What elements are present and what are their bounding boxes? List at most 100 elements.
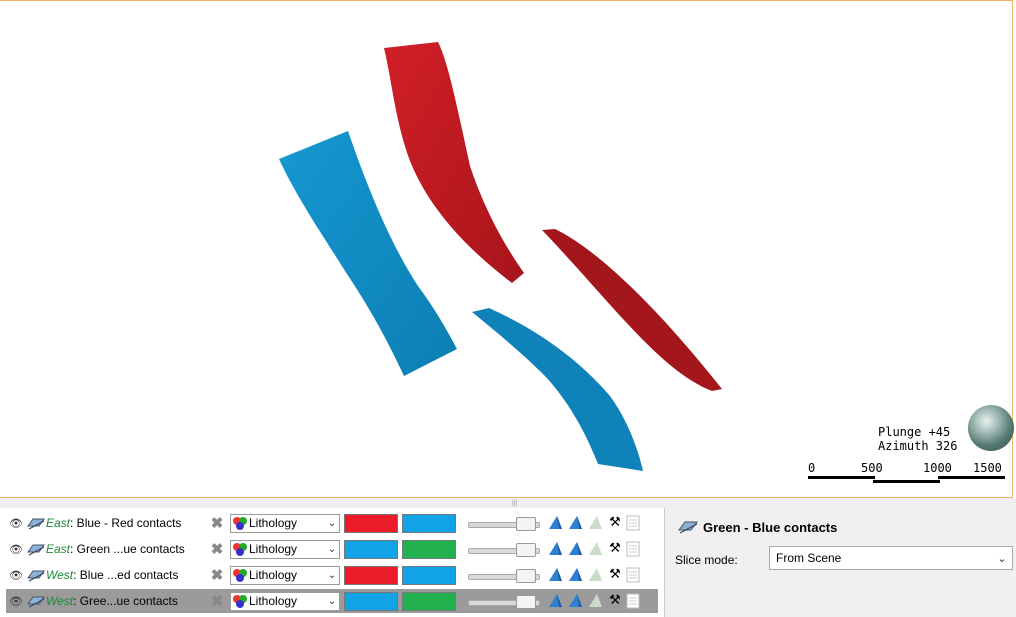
colour-mode-value: Lithology: [249, 568, 298, 582]
show-surface-icon[interactable]: [546, 566, 564, 584]
orientation-readout: Plunge +45 Azimuth 326: [878, 425, 957, 453]
layer-label: : Blue - Red contacts: [70, 516, 182, 530]
show-mesh-icon[interactable]: [586, 540, 604, 558]
slice-mode-label: Slice mode:: [675, 553, 738, 567]
scale-label-500: 500: [861, 461, 883, 475]
show-surface-icon[interactable]: [546, 514, 564, 532]
3d-viewport[interactable]: Plunge +45 Azimuth 326 0 500 1000 1500: [0, 0, 1014, 498]
edit-tool-icon[interactable]: ⚒: [606, 566, 624, 584]
scale-segment: [808, 476, 875, 479]
layer-name: East: Green ...ue contacts: [46, 542, 204, 556]
lithology-icon: [233, 517, 247, 530]
eye-icon[interactable]: 👁: [6, 569, 26, 582]
layer-group: East: [46, 542, 71, 556]
layer-row[interactable]: 👁 East: Green ...ue contacts ✖ Lithology…: [6, 537, 658, 561]
eye-icon[interactable]: 👁: [6, 517, 26, 530]
colour-swatch-2[interactable]: [402, 513, 456, 533]
surface-icon: [27, 518, 45, 530]
slice-mode-value: From Scene: [776, 551, 842, 565]
chevron-down-icon[interactable]: ⌄: [325, 596, 339, 607]
red-contact-surface: [384, 42, 524, 283]
chevron-down-icon[interactable]: ⌄: [325, 570, 339, 581]
layer-group: East: [46, 516, 71, 530]
layer-group: West: [46, 594, 74, 608]
chevron-down-icon[interactable]: ⌄: [325, 544, 339, 555]
plunge-label: Plunge +45: [878, 425, 951, 439]
remove-icon[interactable]: ✖: [204, 514, 230, 532]
chevron-down-icon[interactable]: ⌄: [325, 518, 339, 529]
orientation-globe-icon[interactable]: [968, 405, 1014, 451]
remove-icon[interactable]: ✖: [204, 592, 230, 610]
transparency-slider[interactable]: [464, 514, 544, 533]
show-backside-icon[interactable]: [566, 592, 584, 610]
slider-thumb[interactable]: [516, 568, 536, 583]
scale-segment: [873, 480, 940, 483]
chevron-down-icon[interactable]: ⌄: [992, 552, 1012, 565]
colour-mode-value: Lithology: [249, 516, 298, 530]
transparency-slider[interactable]: [464, 540, 544, 559]
edit-tool-icon[interactable]: ⚒: [606, 514, 624, 532]
splitter-grip-icon[interactable]: |||: [512, 500, 517, 507]
remove-icon[interactable]: ✖: [204, 540, 230, 558]
properties-title-text: Green - Blue contacts: [703, 519, 838, 535]
properties-title: Green - Blue contacts: [677, 518, 837, 536]
list-icon[interactable]: [626, 541, 640, 557]
colour-swatch-1[interactable]: [344, 565, 398, 585]
surface-icon: [27, 544, 45, 556]
layer-row[interactable]: 👁 West: Blue ...ed contacts ✖ Lithology …: [6, 563, 658, 587]
show-mesh-icon[interactable]: [586, 514, 604, 532]
colour-swatch-1[interactable]: [344, 539, 398, 559]
azimuth-label: Azimuth 326: [878, 439, 958, 453]
eye-icon[interactable]: 👁: [6, 543, 26, 556]
layer-row[interactable]: 👁 East: Blue - Red contacts ✖ Lithology …: [6, 511, 658, 535]
properties-panel: Green - Blue contacts Slice mode: From S…: [665, 508, 1016, 617]
layer-row[interactable]: 👁 West: Gree...ue contacts ✖ Lithology ⌄…: [6, 589, 658, 613]
scale-label-1500: 1500: [973, 461, 1002, 475]
lithology-icon: [233, 595, 247, 608]
colour-mode-value: Lithology: [249, 542, 298, 556]
eye-icon[interactable]: 👁: [6, 595, 26, 608]
surface-icon: [27, 570, 45, 582]
show-backside-icon[interactable]: [566, 540, 584, 558]
colour-swatch-2[interactable]: [402, 591, 456, 611]
show-backside-icon[interactable]: [566, 566, 584, 584]
scene-surfaces: [279, 42, 722, 471]
layer-label: : Gree...ue contacts: [73, 594, 178, 608]
slice-mode-select[interactable]: From Scene ⌄: [769, 546, 1013, 570]
blue-contact-surface-2: [472, 308, 643, 471]
remove-icon[interactable]: ✖: [204, 566, 230, 584]
layer-group: West: [46, 568, 74, 582]
list-icon[interactable]: [626, 567, 640, 583]
scale-segment: [938, 476, 1005, 479]
colour-mode-value: Lithology: [249, 594, 298, 608]
layer-list: 👁 East: Blue - Red contacts ✖ Lithology …: [0, 508, 665, 617]
colour-swatch-2[interactable]: [402, 539, 456, 559]
panel-splitter[interactable]: |||: [0, 498, 1016, 508]
colour-mode-select[interactable]: Lithology ⌄: [230, 513, 340, 533]
show-mesh-icon[interactable]: [586, 566, 604, 584]
slider-thumb[interactable]: [516, 594, 536, 609]
show-mesh-icon[interactable]: [586, 592, 604, 610]
colour-swatch-1[interactable]: [344, 513, 398, 533]
colour-mode-select[interactable]: Lithology ⌄: [230, 539, 340, 559]
colour-swatch-2[interactable]: [402, 565, 456, 585]
list-icon[interactable]: [626, 593, 640, 609]
show-backside-icon[interactable]: [566, 514, 584, 532]
slider-thumb[interactable]: [516, 542, 536, 557]
colour-mode-select[interactable]: Lithology ⌄: [230, 591, 340, 611]
surface-icon: [27, 596, 45, 608]
edit-tool-icon[interactable]: ⚒: [606, 592, 624, 610]
lithology-icon: [233, 569, 247, 582]
layer-name: East: Blue - Red contacts: [46, 516, 204, 530]
show-surface-icon[interactable]: [546, 540, 564, 558]
layer-label: : Blue ...ed contacts: [73, 568, 179, 582]
slider-thumb[interactable]: [516, 516, 536, 531]
transparency-slider[interactable]: [464, 566, 544, 585]
colour-swatch-1[interactable]: [344, 591, 398, 611]
colour-mode-select[interactable]: Lithology ⌄: [230, 565, 340, 585]
layer-name: West: Gree...ue contacts: [46, 594, 204, 608]
transparency-slider[interactable]: [464, 592, 544, 611]
list-icon[interactable]: [626, 515, 640, 531]
show-surface-icon[interactable]: [546, 592, 564, 610]
edit-tool-icon[interactable]: ⚒: [606, 540, 624, 558]
